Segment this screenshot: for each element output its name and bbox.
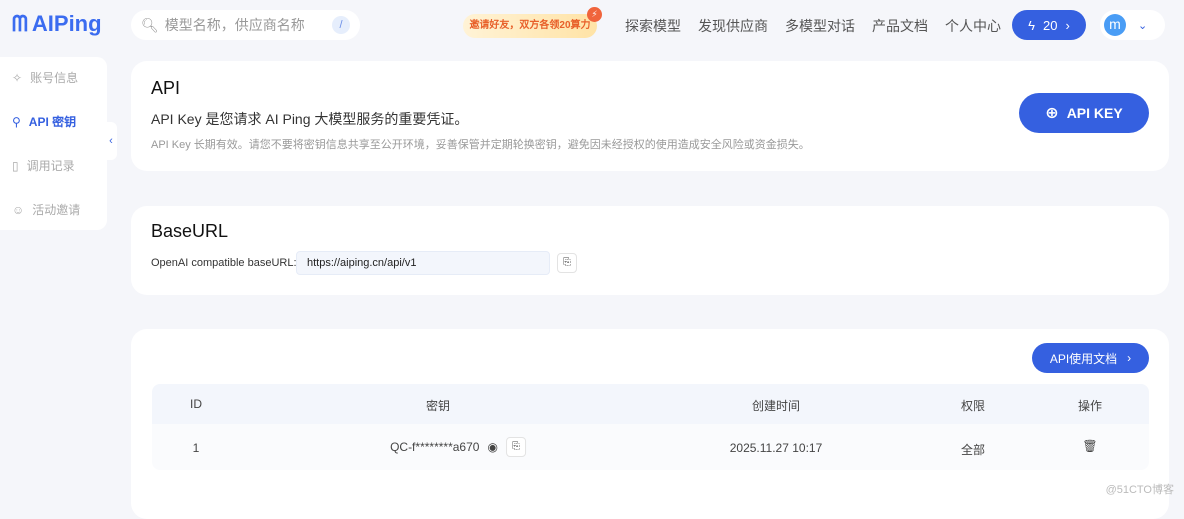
nav-multi-chat[interactable]: 多模型对话 <box>785 16 855 36</box>
search-input[interactable]: 🔍︎ 模型名称，供应商名称 / <box>131 10 360 40</box>
balance-button[interactable]: ϟ 20 › <box>1012 10 1086 40</box>
chevron-right-icon: › <box>1127 351 1132 365</box>
chevron-right-icon: › <box>1065 17 1070 33</box>
col-actions: 操作 <box>1077 399 1103 413</box>
users-icon: ☺ <box>12 202 25 217</box>
sidebar: ✧ 账号信息 ⚲ API 密钥 ▯ 调用记录 ☺ 活动邀请 <box>0 57 107 230</box>
bolt-icon: ϟ <box>1028 17 1036 33</box>
plus-circle-icon: ⊕ <box>1045 105 1059 122</box>
bolt-icon: ⚡ <box>587 7 602 22</box>
trash-icon[interactable]: 🗑︎ <box>1082 439 1097 453</box>
avatar: m <box>1104 14 1126 36</box>
sidebar-item-api-key[interactable]: ⚲ API 密钥 <box>12 113 76 130</box>
api-docs-button[interactable]: API使用文档 › <box>1032 343 1149 373</box>
row-created: 2025.11.27 10:17 <box>729 441 823 455</box>
baseurl-title: BaseURL <box>151 221 229 241</box>
baseurl-field[interactable]: https://aiping.cn/api/v1 <box>296 251 550 275</box>
watermark: @51CTO博客 <box>1105 484 1174 496</box>
sidebar-item-call-logs[interactable]: ▯ 调用记录 <box>12 157 75 174</box>
nav-docs[interactable]: 产品文档 <box>872 16 928 36</box>
table-header: ID 密钥 创建时间 权限 操作 <box>152 384 1149 424</box>
col-created: 创建时间 <box>751 399 801 413</box>
api-note: API Key 长期有效。请您不要将密钥信息共享至公开环境，妥善保管并定期轮换密… <box>151 139 810 151</box>
logo[interactable]: ᗰ AIPing <box>12 11 102 37</box>
sparkle-icon: ✧ <box>12 70 23 85</box>
collapse-sidebar-button[interactable]: ‹ <box>105 122 117 160</box>
shortcut-badge: / <box>332 16 350 34</box>
col-id: ID <box>190 397 202 411</box>
top-nav: 探索模型 发现供应商 多模型对话 产品文档 个人中心 <box>625 16 1001 36</box>
api-card: API API Key 是您请求 AI Ping 大模型服务的重要凭证。 API… <box>131 61 1169 171</box>
eye-icon[interactable]: ◉ <box>487 440 497 454</box>
table-row: 1 QC-f********a670 ◉ ⎘ 2025.11.27 10:17 全部… <box>152 424 1149 470</box>
nav-explore-models[interactable]: 探索模型 <box>625 16 681 36</box>
baseurl-card: BaseURL OpenAI compatible baseURL: <box>131 206 1169 295</box>
row-key: QC-f********a670 ◉ ⎘ <box>390 437 526 457</box>
copy-icon[interactable]: ⎘ <box>505 437 526 457</box>
nav-providers[interactable]: 发现供应商 <box>698 16 768 36</box>
col-permission: 权限 <box>960 399 986 413</box>
api-subtitle: API Key 是您请求 AI Ping 大模型服务的重要凭证。 <box>151 111 469 127</box>
nav-profile[interactable]: 个人中心 <box>945 16 1001 36</box>
key-icon: ⚲ <box>12 114 21 129</box>
logo-icon: ᗰ <box>12 11 28 36</box>
sidebar-item-account[interactable]: ✧ 账号信息 <box>12 69 78 86</box>
row-permission: 全部 <box>960 443 986 457</box>
sidebar-item-invite[interactable]: ☺ 活动邀请 <box>12 201 80 218</box>
create-api-key-button[interactable]: ⊕ API KEY <box>1019 93 1149 133</box>
col-key: 密钥 <box>425 399 451 413</box>
document-icon: ▯ <box>12 158 19 173</box>
baseurl-label: OpenAI compatible baseURL: <box>151 257 297 269</box>
copy-icon[interactable]: ⎘ <box>557 253 577 273</box>
chevron-down-icon: ⌄ <box>1138 19 1148 32</box>
row-id: 1 <box>192 441 200 455</box>
invite-banner[interactable]: 邀请好友，双方各领20算力 <box>463 14 597 38</box>
user-menu[interactable]: m ⌄ <box>1100 10 1165 40</box>
search-icon: 🔍︎ <box>141 16 159 33</box>
api-title: API <box>151 78 181 98</box>
